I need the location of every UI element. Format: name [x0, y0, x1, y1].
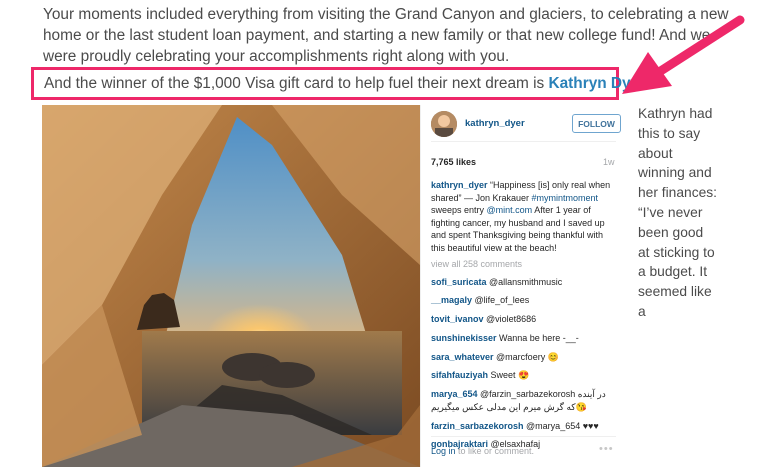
list-item: tovit_ivanov @violet8686 [431, 314, 537, 325]
pointer-arrow-icon [622, 15, 745, 94]
view-all-comments-link[interactable]: view all 258 comments [431, 258, 611, 271]
list-item: farzin_sarbazekorosh @marya_654 ♥♥♥ [431, 420, 599, 431]
winner-callout: And the winner of the $1,000 Visa gift c… [31, 67, 650, 100]
divider [431, 436, 616, 437]
list-item: __magaly @life_of_lees [431, 295, 530, 306]
list-item: sara_whatever @marcfoery 😊 [431, 351, 559, 362]
list-item: sunshinekisser Wanna be here -__- [431, 332, 579, 343]
ig-username[interactable]: kathryn_dyer [465, 118, 525, 131]
caption: kathryn_dyer “Happiness [is] only real w… [431, 180, 611, 253]
caption-username[interactable]: kathryn_dyer [431, 180, 488, 190]
ig-header: kathryn_dyer FOLLOW [431, 109, 621, 137]
tent-sunset-photo [42, 105, 420, 467]
avatar[interactable] [431, 111, 457, 137]
login-link[interactable]: Log in [431, 446, 456, 456]
post-age: 1w [603, 157, 615, 167]
side-quote-text: Kathryn had this to say about winning an… [638, 106, 717, 319]
comments-list: kathryn_dyer “Happiness [is] only real w… [431, 179, 611, 457]
divider [431, 141, 616, 142]
list-item: marya_654 @farzin_sarbazekorosh در آینده… [431, 389, 606, 412]
follow-button[interactable]: FOLLOW [572, 114, 621, 133]
ellipsis-icon[interactable]: ••• [599, 443, 614, 456]
instagram-embed: kathryn_dyer FOLLOW 7,765 likes 1w kathr… [420, 105, 621, 467]
likes-count[interactable]: 7,765 likes [431, 156, 476, 169]
callout-text: And the winner of the $1,000 Visa gift c… [44, 75, 549, 92]
hashtag-link[interactable]: #mymintmoment [532, 193, 599, 203]
list-item: sofi_suricata @allansmithmusic [431, 276, 563, 287]
list-item: sifahfauziyah Sweet 😍 [431, 370, 530, 381]
login-prompt: Log in to like or comment. [431, 446, 535, 456]
mention-link[interactable]: @mint.com [487, 205, 533, 215]
